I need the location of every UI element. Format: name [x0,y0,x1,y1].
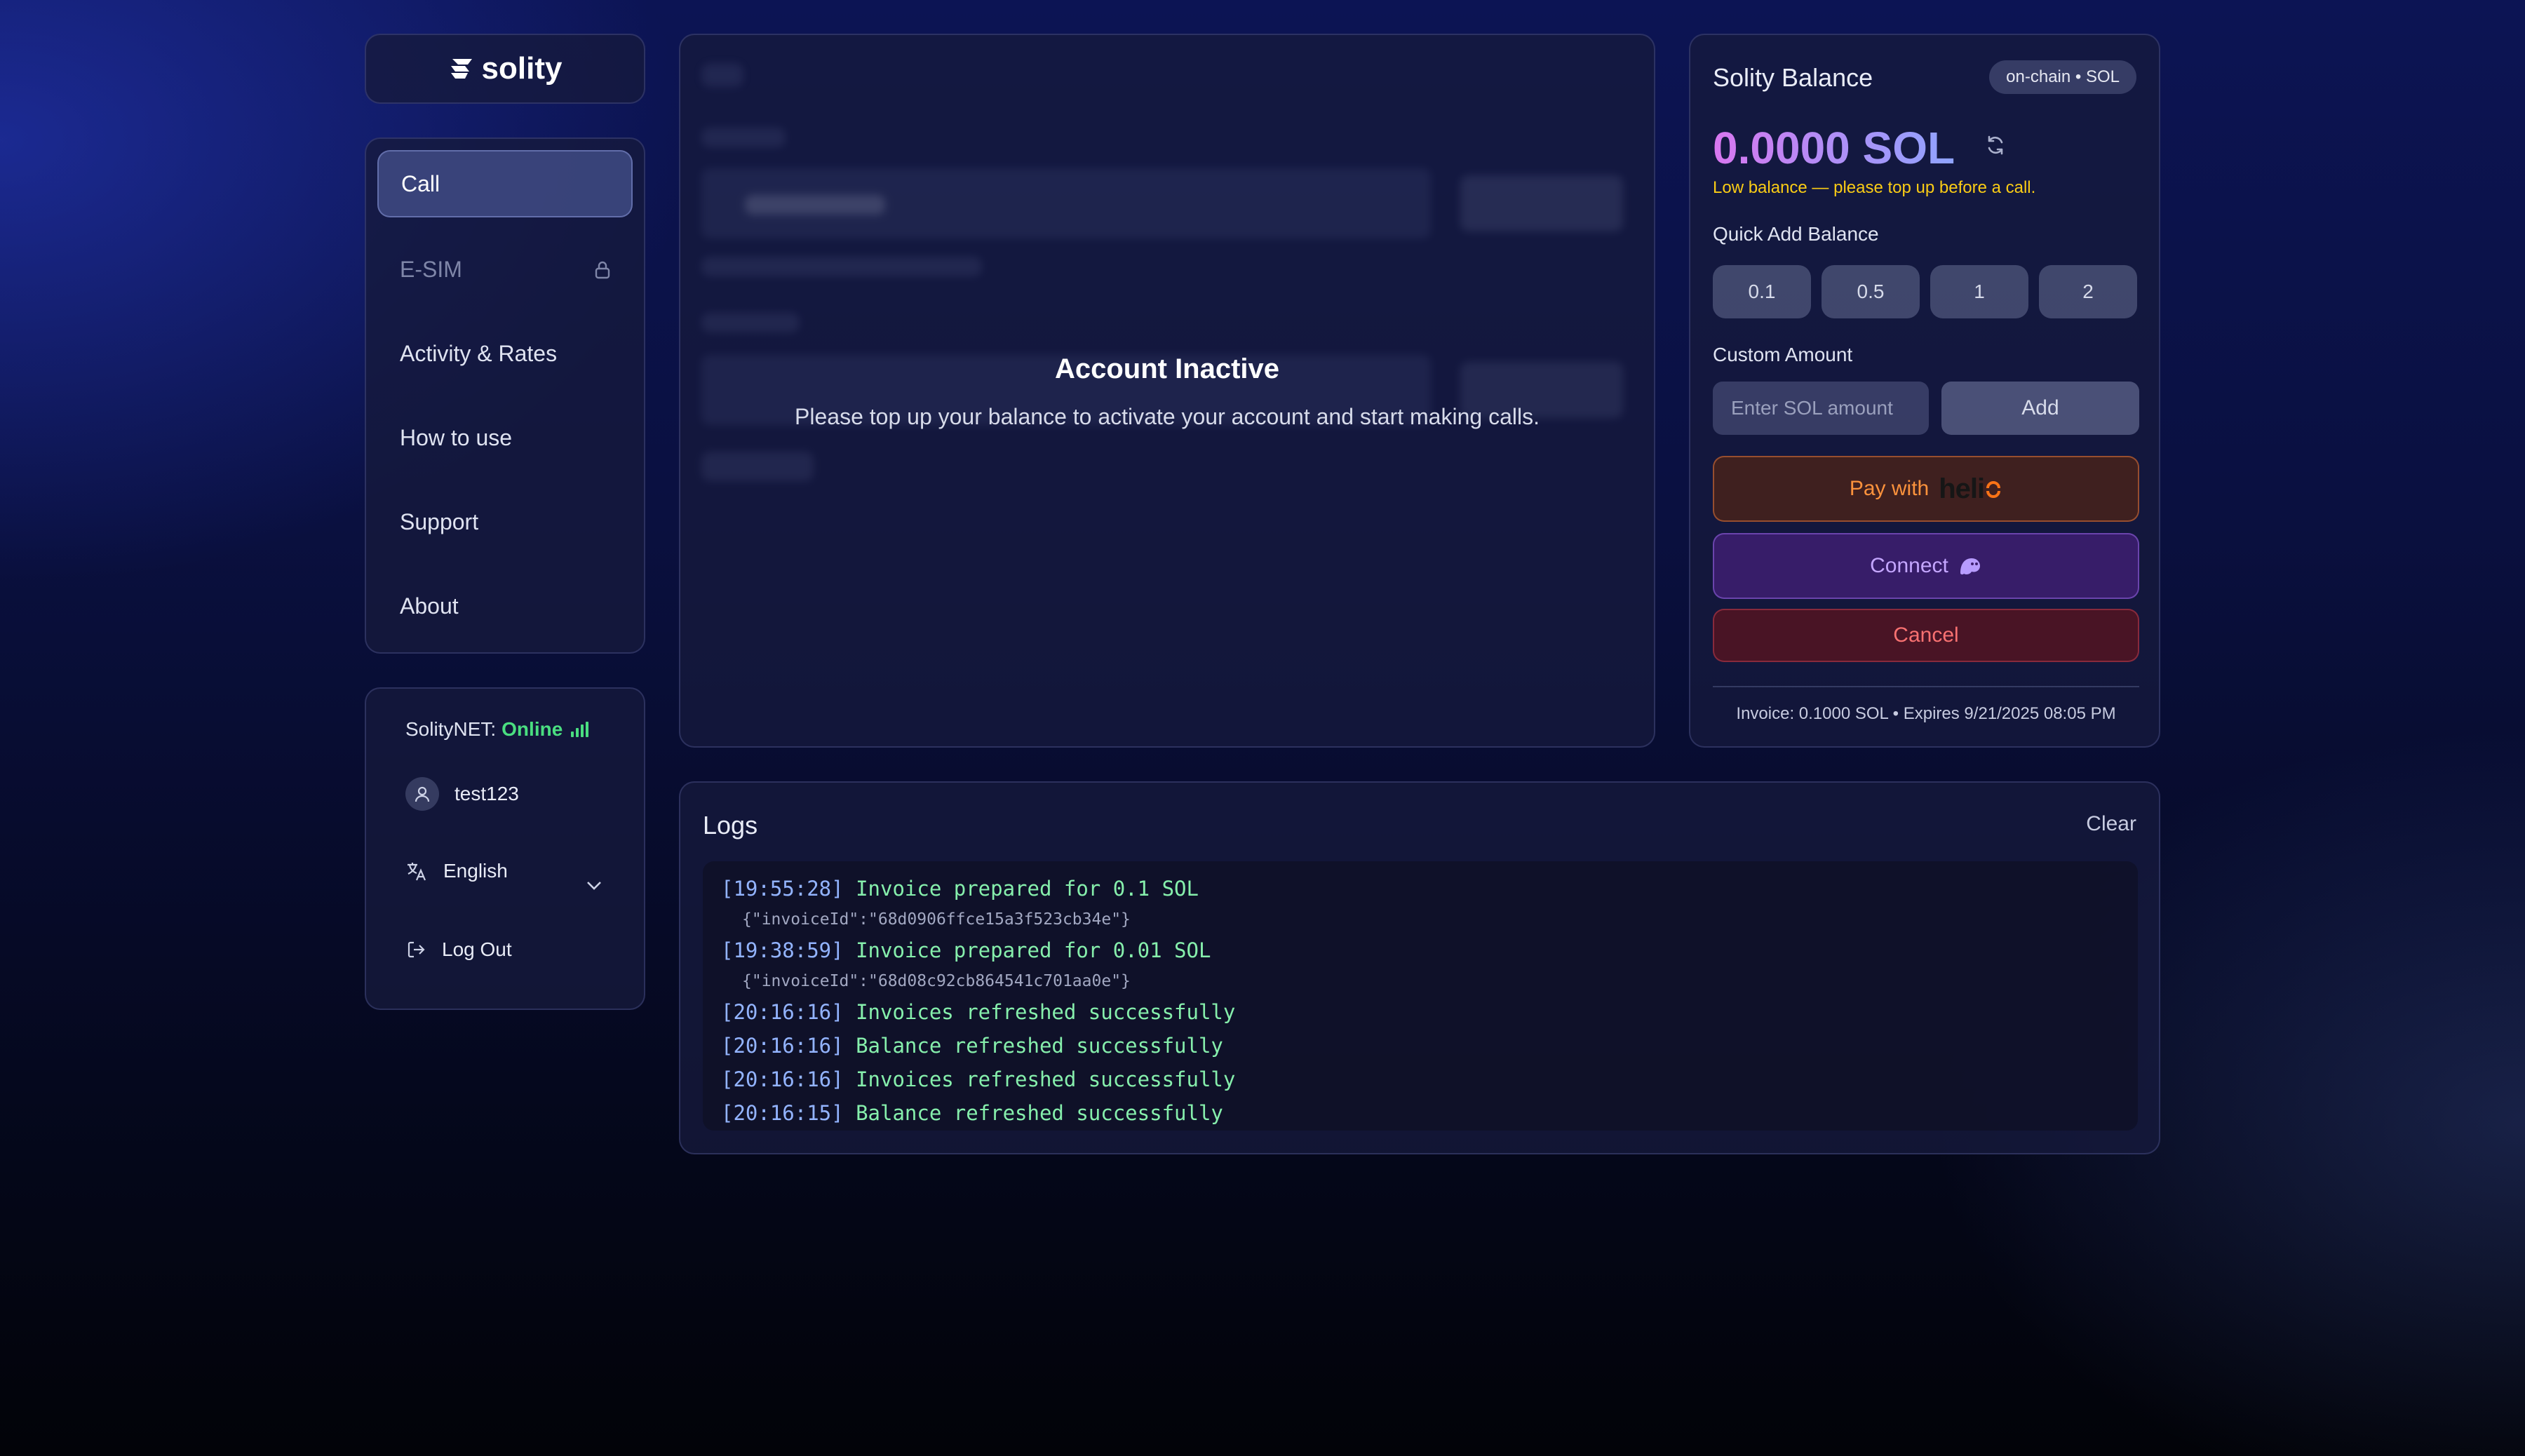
username: test123 [454,783,519,804]
log-time: [19:38:59] [721,938,844,962]
phantom-ghost-icon [1960,558,1980,575]
call-panel: Account Inactive Please top up your bala… [679,34,1655,748]
logs-list[interactable]: [19:55:28] Invoice prepared for 0.1 SOL … [703,861,2138,1131]
custom-amount-input[interactable] [1713,382,1929,435]
signal-bars-icon [571,722,589,737]
pay-with-helio-button[interactable]: Pay with heli [1713,456,2139,522]
network-state: Online [501,718,563,740]
log-message: Invoice prepared for 0.1 SOL [856,877,1199,901]
sidebar-item-support[interactable]: Support [377,488,633,555]
user-icon [415,786,430,802]
logo-card: solity [365,34,645,104]
balance-title: Solity Balance [1713,63,1873,92]
account-inactive-title: Account Inactive [1054,353,1280,384]
log-time: [19:55:28] [721,877,844,901]
lock-icon [595,261,610,279]
helio-logo-text: heli [1939,473,1985,504]
account-inactive-message: Please top up your balance to activate y… [795,404,1540,429]
sidebar-item-label: How to use [400,424,513,450]
log-time: [20:16:16] [721,1034,844,1058]
sidebar-item-label: About [400,593,459,619]
log-time: [20:16:16] [721,1000,844,1024]
log-entry: [20:16:15] Balance refreshed successfull… [721,1101,1223,1125]
log-message: Balance refreshed successfully [856,1101,1223,1125]
log-message: Invoice prepared for 0.01 SOL [856,938,1211,962]
low-balance-warning: Low balance — please top up before a cal… [1713,178,2036,197]
helio-logo: heli [1939,473,2002,505]
helio-mark-icon [1986,481,2001,498]
blurred-call-form [680,35,1654,746]
sidebar-item-how-to-use[interactable]: How to use [377,404,633,471]
sidebar-item-label: Call [401,170,440,196]
user-row: test123 [405,777,519,811]
language-select[interactable]: English [405,860,616,882]
sidebar-nav: Call E-SIM Activity & Rates How to use S… [365,137,645,654]
invoice-info: Invoice: 0.1000 SOL • Expires 9/21/2025 … [1736,704,2116,723]
add-button[interactable]: Add [1941,382,2139,435]
log-entry: [19:55:28] Invoice prepared for 0.1 SOL [721,877,1199,901]
sidebar-item-call[interactable]: Call [377,150,633,217]
log-time: [20:16:15] [721,1101,844,1125]
log-message: Balance refreshed successfully [856,1034,1223,1058]
custom-amount-label: Custom Amount [1713,344,1853,365]
avatar [405,777,439,811]
log-message: Invoices refreshed successfully [856,1000,1236,1024]
connect-label: Connect [1870,554,1948,577]
quick-add-button-0-5[interactable]: 0.5 [1822,265,1920,318]
logo-text: solity [481,51,563,86]
network-status: SolityNET: Online [405,718,589,741]
translate-icon [408,863,426,881]
log-entry: [20:16:16] Invoices refreshed successful… [721,1067,1235,1091]
user-status-card: SolityNET: Online test123 English Log Ou… [365,687,645,1010]
divider [1713,686,2139,687]
clear-logs-button[interactable]: Clear [2086,812,2136,836]
language-label: English [443,860,508,882]
logs-panel: Logs Clear [19:55:28] Invoice prepared f… [679,781,2160,1154]
quick-add-button-1[interactable]: 1 [1930,265,2028,318]
logout-button[interactable]: Log Out [405,938,512,961]
pay-label: Pay with [1849,477,1930,500]
log-entry: [20:16:16] Balance refreshed successfull… [721,1034,1223,1058]
network-label: SolityNET: [405,718,497,740]
log-entry: [20:16:16] Invoices refreshed successful… [721,1000,1235,1024]
logout-icon [408,941,425,958]
log-time: [20:16:16] [721,1067,844,1091]
connect-wallet-button[interactable]: Connect [1713,533,2139,599]
logs-title: Logs [703,811,758,840]
logout-label: Log Out [442,938,512,960]
cancel-button[interactable]: Cancel [1713,609,2139,662]
refresh-icon[interactable] [1984,133,2007,157]
sidebar-item-label: Support [400,508,479,534]
log-detail: {"invoiceId":"68d08c92cb864541c701aa0e"} [742,972,1131,990]
quick-add-button-2[interactable]: 2 [2039,265,2137,318]
network-badge: on-chain • SOL [1989,60,2136,94]
balance-card: Solity Balance on-chain • SOL 0.0000 SOL… [1689,34,2160,748]
quick-add-label: Quick Add Balance [1713,223,1879,245]
sidebar-item-about[interactable]: About [377,572,633,640]
sidebar-item-label: Activity & Rates [400,340,558,366]
log-entry: [19:38:59] Invoice prepared for 0.01 SOL [721,938,1211,962]
quick-add-button-0-1[interactable]: 0.1 [1713,265,1811,318]
sidebar-item-label: E-SIM [400,256,462,282]
sidebar-item-esim[interactable]: E-SIM [377,236,633,303]
solity-logo[interactable]: solity [448,51,563,86]
sidebar-item-activity-rates[interactable]: Activity & Rates [377,320,633,387]
chevron-down-icon[interactable] [586,881,602,891]
log-message: Invoices refreshed successfully [856,1067,1236,1091]
log-detail: {"invoiceId":"68d0906ffce15a3f523cb34e"} [742,910,1131,929]
solity-logo-icon [450,59,472,79]
balance-amount: 0.0000 SOL [1713,123,1955,173]
